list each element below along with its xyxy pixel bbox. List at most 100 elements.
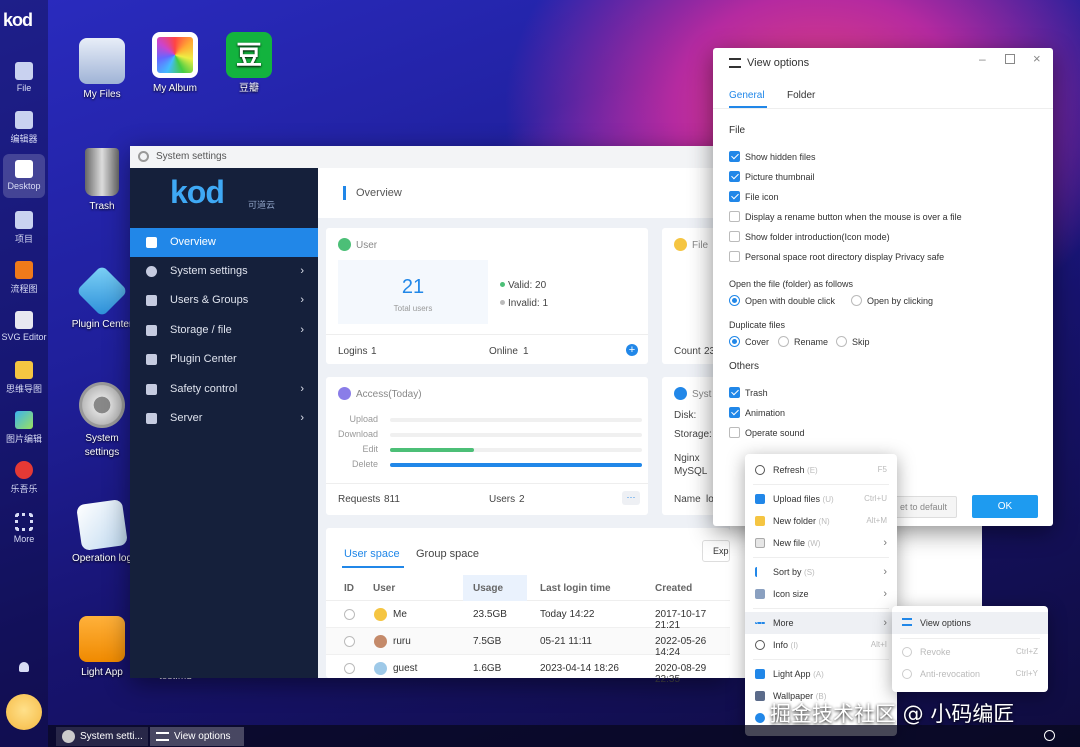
users-label: Users [489,494,516,505]
dock-item-file[interactable]: File [0,62,48,93]
menu-overview[interactable]: Overview [130,228,318,257]
row-radio[interactable] [344,663,355,674]
info-icon[interactable] [1044,730,1055,741]
desktop-icon-light-app[interactable]: Light App [67,616,137,680]
checkbox-folder-intro[interactable] [729,231,740,242]
radio-cover[interactable] [729,336,740,347]
checkbox-picture-thumbnail[interactable] [729,171,740,182]
desktop-icon-operation-log[interactable]: Operation log [67,499,137,566]
radio-rename[interactable] [778,336,789,347]
menu-item-upload[interactable]: Upload files (U) Ctrl+U [745,488,897,510]
taskbar-system-settings[interactable]: System setti... [56,727,148,746]
tab-user-space[interactable]: User space [344,548,400,560]
submenu-view-options[interactable]: View options [892,612,1048,634]
valid-text: Valid: 20 [508,280,547,291]
col-usage[interactable]: Usage [473,583,503,594]
table-row[interactable]: ruru 7.5GB 05-21 11:11 2022-05-26 14:24 [326,628,730,658]
tab-general[interactable]: General [729,90,765,101]
checkbox-trash[interactable] [729,387,740,398]
menu-item-more[interactable]: More › [745,612,897,634]
menu-item-new-folder[interactable]: New folder (N) Alt+M [745,510,897,532]
window-titlebar[interactable]: System settings [130,146,730,168]
desktop-icon-trash[interactable]: Trash [67,148,137,214]
checkbox-operate-sound[interactable] [729,427,740,438]
dock-item-editor[interactable]: 编辑器 [0,111,48,145]
upload-icon [755,494,765,504]
dock-label: 图片编辑 [5,434,42,444]
menu-safety-control[interactable]: Safety control › [130,375,318,404]
col-user[interactable]: User [373,583,395,594]
users-value: 2 [519,494,525,505]
desktop-icon-system-settings[interactable]: System settings [67,382,137,460]
card-title: File [674,238,708,251]
opt-label: Operate sound [745,428,805,438]
submenu-revoke[interactable]: Revoke Ctrl+Z [892,641,1048,663]
cell-created: 2020-08-29 22:35 [655,663,707,685]
export-button[interactable]: Exp [702,540,730,562]
close-icon[interactable]: × [1033,51,1041,66]
tab-group-space[interactable]: Group space [416,548,479,560]
row-radio[interactable] [344,609,355,620]
menu-plugin-center[interactable]: Plugin Center [130,345,318,374]
menu-server[interactable]: Server › [130,404,318,433]
menu-users-groups[interactable]: Users & Groups › [130,286,318,315]
dock-item-more[interactable]: More [0,513,48,544]
menu-item-refresh[interactable]: Refresh (E) F5 [745,459,897,481]
dock-item-flowchart[interactable]: 流程图 [0,261,48,295]
gear-icon[interactable] [755,713,765,723]
dock-item-lewule[interactable]: 乐吾乐 [0,461,48,495]
table-row[interactable]: guest 1.6GB 2023-04-14 18:26 2020-08-29 … [326,655,730,685]
menu-item-icon-size[interactable]: Icon size › [745,583,897,605]
ok-button[interactable]: OK [972,495,1038,518]
col-id[interactable]: ID [344,583,354,594]
tab-folder[interactable]: Folder [787,90,815,101]
dock-item-mindmap[interactable]: 思维导图 [0,361,48,395]
radio-skip[interactable] [836,336,847,347]
icon-label: Trash [89,201,115,212]
more-button[interactable]: ··· [622,491,640,505]
minimize-icon[interactable]: – [979,52,986,66]
menu-storage-file[interactable]: Storage / file › [130,316,318,345]
access-card: Access(Today) Upload Download Edit Delet… [326,377,648,515]
maximize-icon[interactable] [1005,54,1015,64]
col-created[interactable]: Created [655,583,692,594]
chart-icon [338,387,351,400]
separator [753,484,889,485]
table-row[interactable]: Me 23.5GB Today 14:22 2017-10-17 21:21 [326,601,730,631]
col-last-login[interactable]: Last login time [540,583,611,594]
bell-icon[interactable] [19,662,29,672]
dock-item-desktop[interactable]: Desktop [3,154,45,198]
checkbox-show-hidden[interactable] [729,151,740,162]
desktop-icon-douban[interactable]: 豆豆瓣 [214,32,284,96]
desktop-icon-my-album[interactable]: My Album [140,32,210,96]
reset-default-button[interactable]: et to default [891,496,957,518]
sliders-icon [156,732,169,741]
info-icon [755,640,765,650]
menu-item-light-app[interactable]: Light App (A) [745,663,897,685]
menu-system-settings[interactable]: System settings › [130,257,318,286]
opt-label: Personal space root directory display Pr… [745,252,945,262]
dock-item-image-editor[interactable]: 图片编辑 [0,411,48,445]
dock-item-svg-editor[interactable]: SVG Editor [0,311,48,342]
separator [900,638,1040,639]
icon-label: System settings [84,433,120,458]
menu-item-info[interactable]: Info (I) Alt+I [745,634,897,656]
menu-item-new-file[interactable]: New file (W) › [745,532,897,554]
checkbox-animation[interactable] [729,407,740,418]
taskbar-view-options[interactable]: View options [150,727,244,746]
kod-logo: kod [3,10,33,30]
submenu-anti-revocation[interactable]: Anti-revocation Ctrl+Y [892,663,1048,685]
card-title-text: Syst [692,389,712,400]
add-icon[interactable]: + [626,344,638,356]
checkbox-privacy-safe[interactable] [729,251,740,262]
checkbox-rename-button[interactable] [729,211,740,222]
dock-item-project[interactable]: 项目 [0,211,48,245]
avatar[interactable] [6,694,42,730]
desktop-icon-my-files[interactable]: My Files [67,38,137,102]
radio-double-click[interactable] [729,295,740,306]
checkbox-file-icon[interactable] [729,191,740,202]
row-radio[interactable] [344,636,355,647]
menu-item-sort-by[interactable]: Sort by (S) › [745,561,897,583]
desktop-icon-plugin-center[interactable]: Plugin Center [67,264,137,332]
radio-single-click[interactable] [851,295,862,306]
